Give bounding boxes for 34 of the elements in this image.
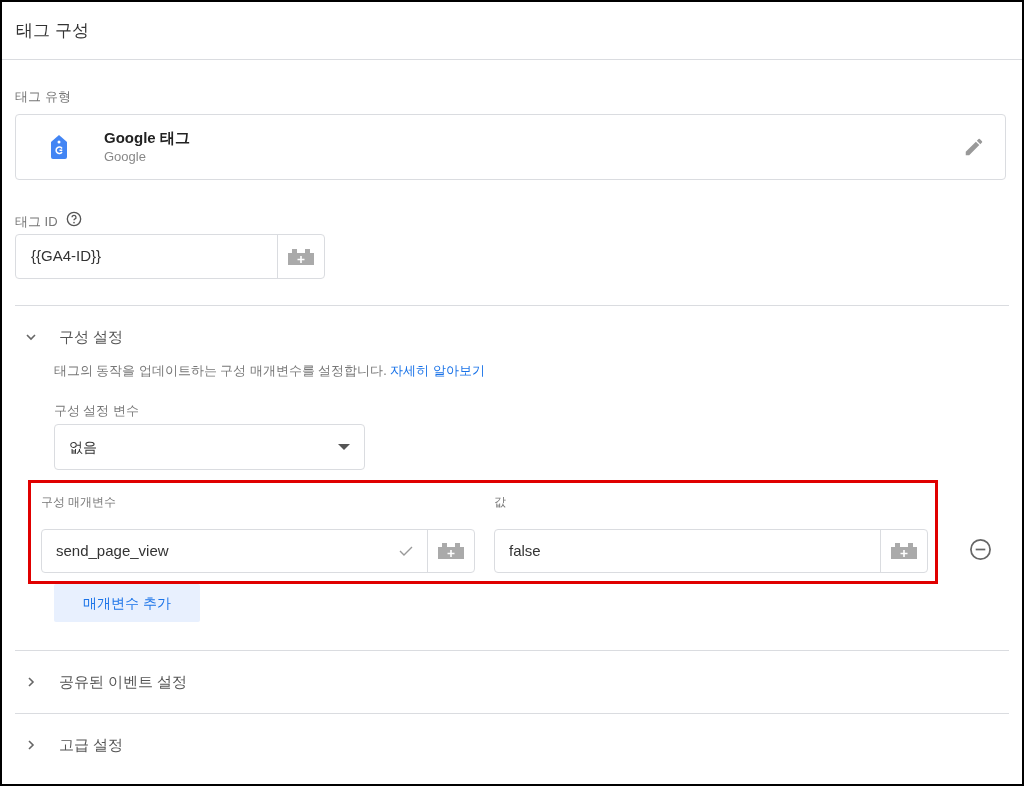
section-title[interactable]: 구성 설정 <box>59 325 124 349</box>
chevron-down-icon[interactable] <box>25 331 37 343</box>
remove-icon[interactable] <box>969 537 992 561</box>
dropdown-arrow-icon <box>338 444 350 450</box>
tag-icon <box>50 135 68 159</box>
field-label: 태그 ID <box>15 213 58 231</box>
chevron-right-icon[interactable] <box>25 739 37 751</box>
learn-more-link[interactable]: 자세히 알아보기 <box>390 364 485 378</box>
variable-dropdown[interactable]: 없음 <box>54 424 365 470</box>
tag-id-field[interactable]: {{GA4-ID}} <box>15 234 325 279</box>
variable-block-icon <box>438 543 464 559</box>
tag-type-name: Google 태그 <box>104 128 190 148</box>
parameter-value: false <box>508 540 542 561</box>
edit-icon[interactable] <box>963 136 985 158</box>
chevron-right-icon[interactable] <box>25 676 37 688</box>
section-title[interactable]: 공유된 이벤트 설정 <box>59 670 188 694</box>
tag-type-card[interactable]: Google 태그 Google <box>15 114 1006 180</box>
section-description: 태그의 동작을 업데이트하는 구성 매개변수를 설정합니다. 자세히 알아보기 <box>54 363 486 380</box>
variable-block-icon <box>891 543 917 559</box>
field-label: 구성 설정 변수 <box>54 403 140 420</box>
parameter-name-value: send_page_view <box>55 540 170 561</box>
dropdown-value: 없음 <box>69 437 98 457</box>
column-header: 구성 매개변수 <box>41 494 118 511</box>
help-icon[interactable] <box>65 211 82 227</box>
add-parameter-button[interactable]: 매개변수 추가 <box>54 584 200 622</box>
section-title[interactable]: 고급 설정 <box>59 733 124 757</box>
variable-block-icon <box>288 248 314 265</box>
column-header: 값 <box>494 494 506 511</box>
tag-id-value: {{GA4-ID}} <box>30 246 103 267</box>
parameter-value-field[interactable]: false <box>494 529 928 573</box>
tag-type-vendor: Google <box>104 148 147 166</box>
parameter-name-field[interactable]: send_page_view <box>41 529 475 573</box>
field-label: 태그 유형 <box>15 89 71 104</box>
panel-title: 태그 구성 <box>16 19 89 42</box>
